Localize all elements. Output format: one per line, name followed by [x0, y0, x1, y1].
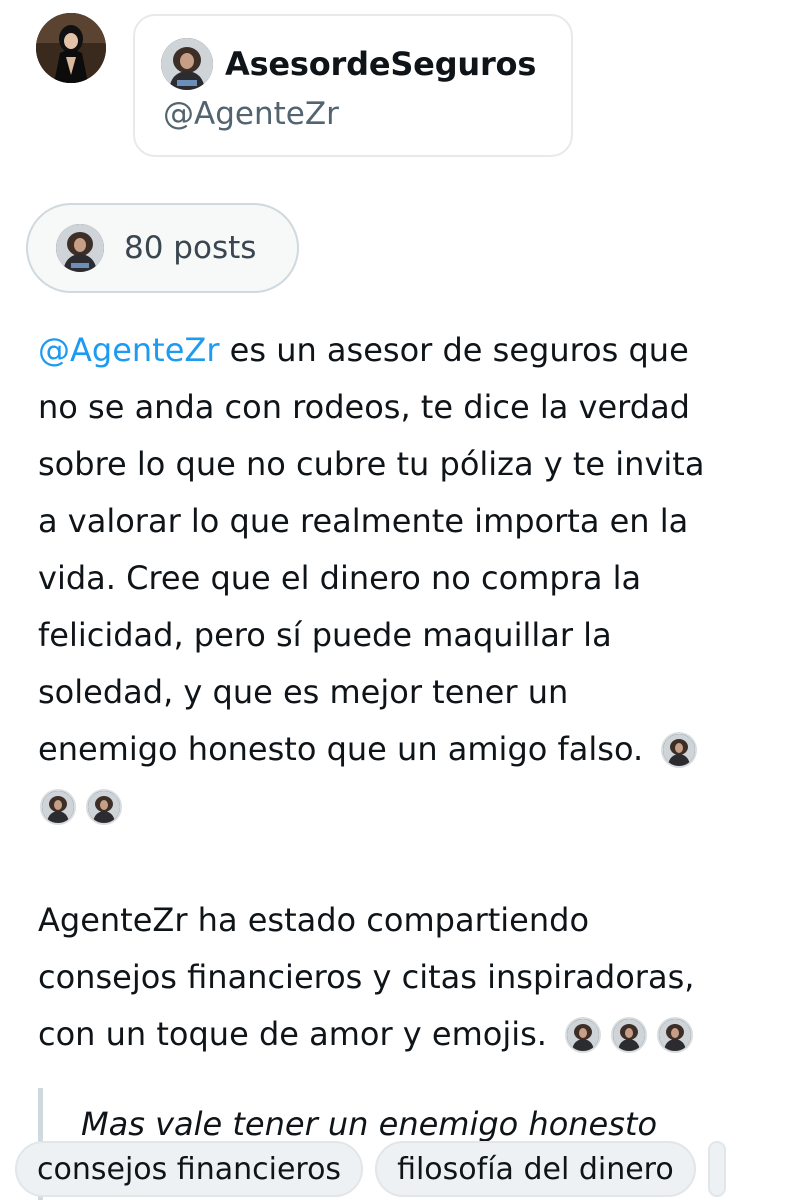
mention-link[interactable]: @AgenteZr — [38, 322, 219, 379]
bio-line: no se anda con rodeos, te dice la verdad — [38, 388, 690, 426]
bio-line: vida. Cree que el dinero no compra la — [38, 559, 642, 597]
portrait-emoji-icon — [564, 1016, 601, 1053]
bio-text: @AgenteZr es un asesor de seguros que no… — [38, 322, 778, 1063]
profile-name-row: AsesordeSeguros — [161, 38, 536, 90]
topic-tags: consejos financieros filosofía del diner… — [15, 1141, 726, 1197]
profile-handle: @AgenteZr — [163, 96, 339, 132]
portrait-emoji-icon — [610, 1016, 647, 1053]
avatar-portrait-icon — [36, 13, 106, 83]
portrait-emoji-icon — [661, 731, 698, 768]
profile-avatar-icon — [161, 38, 213, 90]
tag-overflow[interactable] — [707, 1141, 726, 1197]
portrait-emoji-icon — [40, 788, 76, 825]
summary-line: AgenteZr ha estado compartiendo — [38, 901, 590, 939]
portrait-emoji-icon — [86, 788, 122, 825]
bio-line: soledad, y que es mejor tener un — [38, 673, 569, 711]
author-avatar[interactable] — [36, 13, 106, 83]
portrait-emoji-icon — [656, 1016, 693, 1053]
bio-line: felicidad, pero sí puede maquillar la — [38, 616, 612, 654]
post-page: AsesordeSeguros @AgenteZr 80 posts @Agen… — [0, 0, 793, 1200]
posts-count-label: 80 posts — [124, 230, 257, 266]
summary-line: consejos financieros y citas inspiradora… — [38, 958, 695, 996]
bio-line: sobre lo que no cubre tu póliza y te inv… — [38, 445, 705, 483]
summary-line: con un toque de amor y emojis. — [38, 1006, 778, 1063]
profile-card[interactable]: AsesordeSeguros @AgenteZr — [133, 14, 573, 157]
profile-name: AsesordeSeguros — [225, 45, 537, 83]
bio-line: enemigo honesto que un amigo falso. — [38, 721, 778, 778]
profile-avatar-icon — [56, 224, 104, 272]
tag-filosofia-del-dinero[interactable]: filosofía del dinero — [375, 1141, 696, 1197]
bio-line: @AgenteZr es un asesor de seguros que — [38, 322, 778, 379]
bio-emoji-line — [38, 778, 778, 835]
tag-consejos-financieros[interactable]: consejos financieros — [15, 1141, 364, 1197]
bio-line: a valorar lo que realmente importa en la — [38, 502, 689, 540]
posts-count-button[interactable]: 80 posts — [26, 203, 299, 293]
